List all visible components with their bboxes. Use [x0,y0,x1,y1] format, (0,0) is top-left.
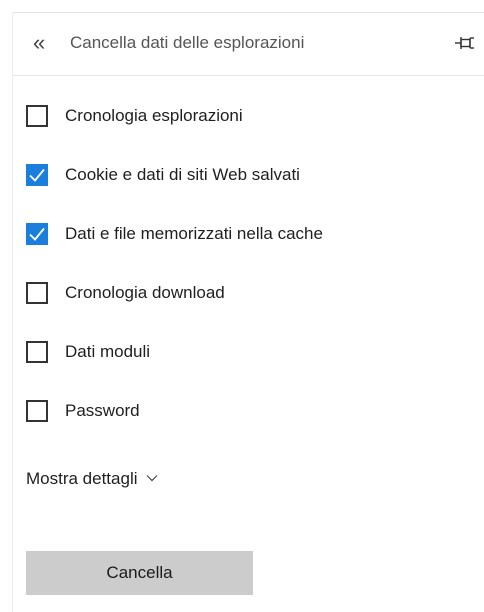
pin-icon [455,37,474,49]
chevron-down-icon [146,475,158,482]
clear-browsing-data-panel: « Cancella dati delle esplorazioni Crono… [0,0,484,612]
show-details-label: Mostra dettagli [26,469,138,488]
show-details-link[interactable]: Mostra dettagli [26,469,158,489]
checkmark-icon [29,227,45,241]
checkbox-label: Dati moduli [65,342,151,361]
checkbox-unchecked[interactable] [26,282,48,304]
double-chevron-left-icon: « [33,30,46,55]
checkbox-unchecked[interactable] [26,400,48,422]
panel-header: « Cancella dati delle esplorazioni [13,13,484,76]
checkbox-unchecked[interactable] [26,341,48,363]
checkbox-label: Cronologia esplorazioni [65,106,243,125]
clear-button[interactable]: Cancella [26,551,253,595]
panel-left-border [12,12,13,612]
back-button[interactable]: « [33,31,53,55]
checkbox-label: Cookie e dati di siti Web salvati [65,165,300,184]
checkbox-label: Dati e file memorizzati nella cache [65,224,323,243]
pin-button[interactable] [454,35,476,51]
checkbox-label: Cronologia download [65,283,225,302]
checkbox-checked[interactable] [26,223,48,245]
checkbox-label: Password [65,401,140,420]
checkmark-icon [29,168,45,182]
checkbox-unchecked[interactable] [26,105,48,127]
page-title: Cancella dati delle esplorazioni [70,33,305,52]
checkbox-checked[interactable] [26,164,48,186]
